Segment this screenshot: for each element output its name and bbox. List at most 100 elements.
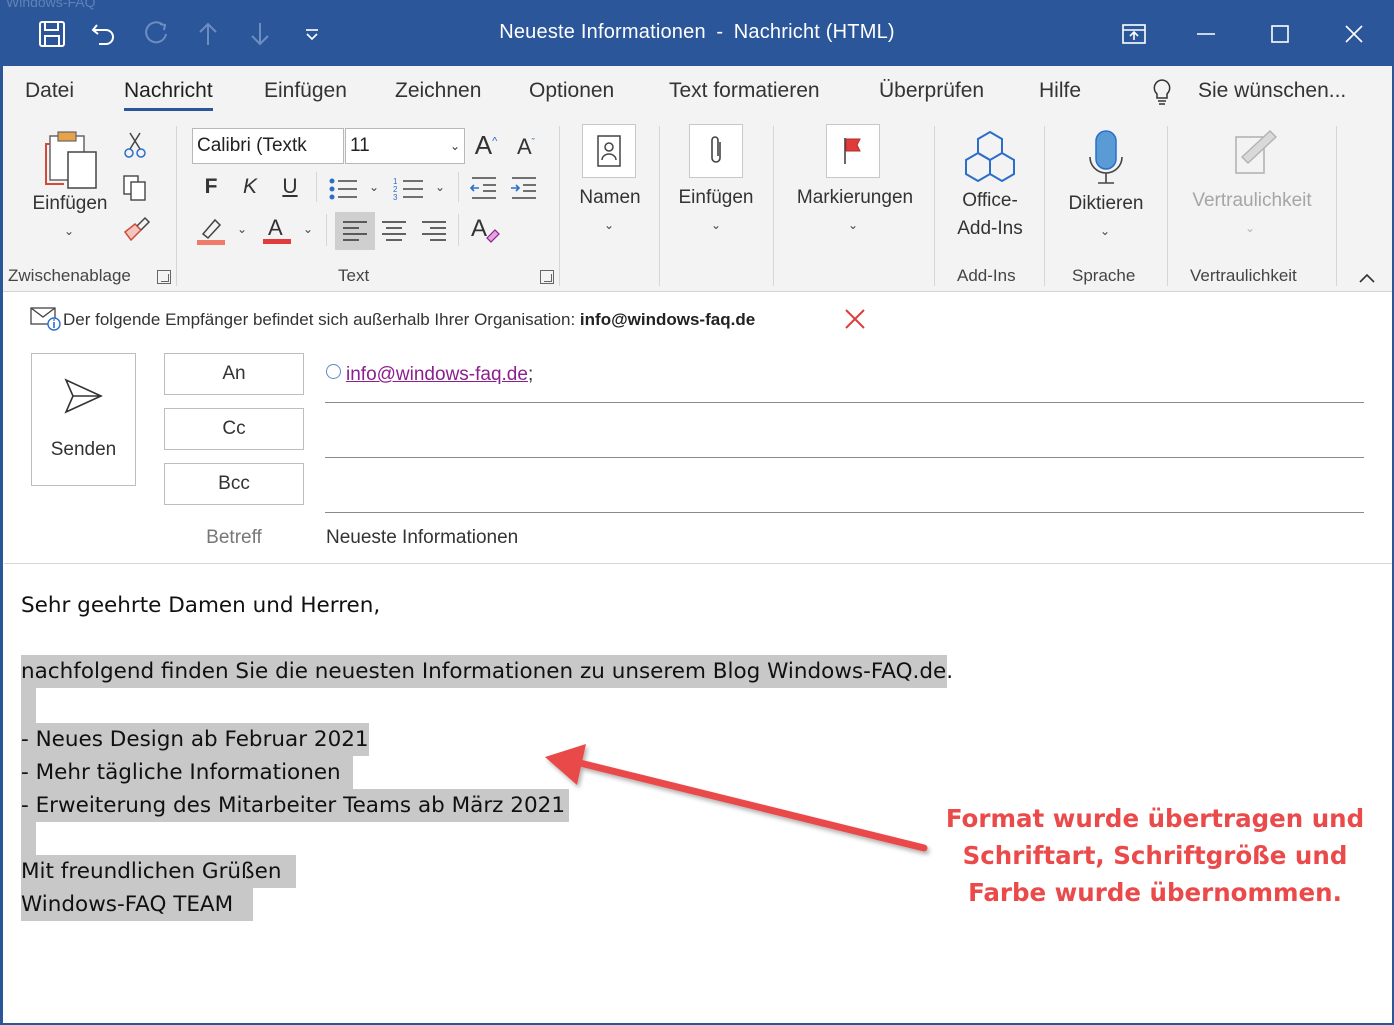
to-field[interactable]: info@windows-faq.de; (326, 364, 533, 386)
clipboard-dialog-launcher-icon[interactable] (157, 270, 171, 284)
microphone-icon[interactable] (1086, 126, 1126, 188)
align-center-icon[interactable] (378, 212, 410, 250)
address-book-icon[interactable] (582, 124, 636, 178)
clear-formatting-icon[interactable]: A (468, 214, 502, 246)
bcc-button[interactable]: Bcc (164, 463, 304, 505)
send-button[interactable]: Senden (31, 353, 136, 486)
send-icon (62, 376, 106, 416)
tags-button-label[interactable]: Markierungen (785, 187, 925, 209)
tags-chevron-down-icon[interactable]: ⌄ (848, 218, 858, 232)
font-size-value: 11 (350, 135, 370, 156)
tab-datei[interactable]: Datei (25, 79, 74, 103)
insert-button-label[interactable]: Einfügen (666, 187, 766, 209)
shrink-font-icon[interactable]: Aˇ (513, 134, 539, 160)
bullets-icon[interactable] (326, 174, 360, 204)
external-recipient-infobar: Der folgende Empfänger befindet sich auß… (0, 292, 1394, 346)
dictate-button-label[interactable]: Diktieren (1056, 193, 1156, 215)
italic-button[interactable]: K (237, 175, 263, 199)
subject-label: Betreff (206, 527, 262, 548)
maximize-icon[interactable] (1260, 16, 1300, 52)
annotation-text: Format wurde übertragen und Schriftart, … (930, 800, 1380, 911)
office-add-ins-label-2[interactable]: Add-Ins (940, 218, 1040, 240)
format-painter-icon[interactable] (120, 215, 152, 245)
underline-button[interactable]: U (277, 175, 303, 199)
annotation-line: Farbe wurde übernommen. (968, 878, 1342, 907)
grow-font-icon[interactable]: A^ (473, 130, 499, 161)
recipient-email[interactable]: info@windows-faq.de (346, 364, 528, 385)
bcc-field-underline[interactable] (325, 512, 1364, 513)
sensitivity-button-label: Vertraulichkeit (1192, 190, 1312, 211)
header-divider (4, 563, 1394, 564)
group-label-sensitivity: Vertraulichkeit (1190, 266, 1297, 285)
cc-field-underline[interactable] (325, 457, 1364, 458)
ribbon-display-options-icon[interactable] (1114, 16, 1154, 52)
numbering-chevron-down-icon[interactable]: ⌄ (435, 180, 445, 194)
body-signature: Windows-FAQ TEAM (21, 892, 234, 917)
presence-status-icon (326, 364, 341, 379)
align-right-icon[interactable] (418, 212, 450, 250)
attach-file-icon[interactable] (689, 124, 743, 178)
tab-einfuegen[interactable]: Einfügen (264, 79, 347, 103)
highlight-chevron-down-icon[interactable]: ⌄ (237, 222, 247, 236)
ribbon-tabs: Datei Nachricht Einfügen Zeichnen Option… (0, 66, 1394, 118)
cut-icon[interactable] (120, 130, 150, 160)
selection-highlight (21, 688, 36, 723)
font-size-chevron-down-icon[interactable]: ⌄ (450, 129, 460, 163)
font-color-icon[interactable]: A (260, 214, 294, 246)
annotation-line: Schriftart, Schriftgröße und (962, 841, 1348, 870)
annotation-line: Format wurde übertragen und (945, 804, 1365, 833)
names-button-label[interactable]: Namen (560, 187, 660, 209)
close-icon[interactable] (1334, 16, 1374, 52)
office-add-ins-icon[interactable] (962, 128, 1018, 182)
insert-chevron-down-icon[interactable]: ⌄ (711, 218, 721, 232)
send-button-label: Senden (50, 439, 117, 460)
decrease-indent-icon[interactable] (468, 174, 500, 202)
svg-text:3: 3 (393, 193, 398, 202)
title-bar: Windows-FAQ Neueste Informationen - Nachri… (0, 0, 1394, 66)
envelope-info-icon (30, 306, 62, 332)
font-size-combobox[interactable]: 11 ⌄ (345, 128, 465, 164)
window-title: Neueste Informationen - Nachricht (HTML) (499, 21, 895, 43)
dictate-chevron-down-icon[interactable]: ⌄ (1100, 224, 1110, 238)
text-dialog-launcher-icon[interactable] (540, 270, 554, 284)
infobar-message: Der folgende Empfänger befindet sich auß… (63, 310, 755, 330)
align-left-icon[interactable] (335, 212, 375, 250)
tab-text-formatieren[interactable]: Text formatieren (669, 79, 820, 103)
tab-ueberpruefen[interactable]: Überprüfen (879, 79, 984, 103)
sensitivity-chevron-down-icon: ⌄ (1245, 221, 1256, 235)
remove-recipient-close-icon[interactable] (842, 306, 868, 332)
svg-text:A: A (471, 215, 487, 242)
paste-icon[interactable] (44, 130, 100, 192)
body-list-item: - Erweiterung des Mitarbeiter Teams ab M… (21, 793, 566, 818)
flag-icon[interactable] (826, 124, 880, 178)
tab-nachricht[interactable]: Nachricht (124, 79, 213, 111)
group-label-text: Text (338, 266, 370, 285)
font-name-combobox[interactable]: Calibri (Textk (192, 128, 344, 164)
body-list-item: - Mehr tägliche Informationen (21, 760, 341, 785)
highlight-color-icon[interactable] (194, 216, 228, 246)
tab-optionen[interactable]: Optionen (529, 79, 614, 103)
copy-icon[interactable] (120, 173, 150, 203)
lightbulb-icon[interactable] (1148, 78, 1176, 108)
body-intro: nachfolgend finden Sie die neuesten Info… (21, 659, 954, 684)
group-label-add-ins: Add-Ins (957, 266, 1016, 285)
window-title-subject: Neueste Informationen (499, 21, 706, 43)
names-chevron-down-icon[interactable]: ⌄ (604, 218, 614, 232)
subject-input[interactable]: Neueste Informationen (326, 527, 518, 549)
paste-button-label[interactable]: Einfügen (20, 193, 120, 215)
increase-indent-icon[interactable] (508, 174, 540, 202)
collapse-ribbon-chevron-up-icon[interactable] (1356, 269, 1378, 287)
paste-chevron-down-icon[interactable]: ⌄ (64, 224, 74, 238)
bold-button[interactable]: F (198, 175, 224, 199)
bullets-chevron-down-icon[interactable]: ⌄ (369, 180, 379, 194)
font-color-chevron-down-icon[interactable]: ⌄ (303, 222, 313, 236)
minimize-icon[interactable] (1186, 16, 1226, 52)
tab-zeichnen[interactable]: Zeichnen (395, 79, 481, 103)
to-button[interactable]: An (164, 353, 304, 395)
watermark-text: Windows-FAQ (6, 0, 96, 10)
cc-button[interactable]: Cc (164, 408, 304, 450)
numbering-icon[interactable]: 123 (392, 174, 426, 204)
office-add-ins-label-1[interactable]: Office- (940, 190, 1040, 212)
tab-hilfe[interactable]: Hilfe (1039, 79, 1081, 103)
tell-me-search[interactable]: Sie wünschen... (1198, 79, 1346, 103)
